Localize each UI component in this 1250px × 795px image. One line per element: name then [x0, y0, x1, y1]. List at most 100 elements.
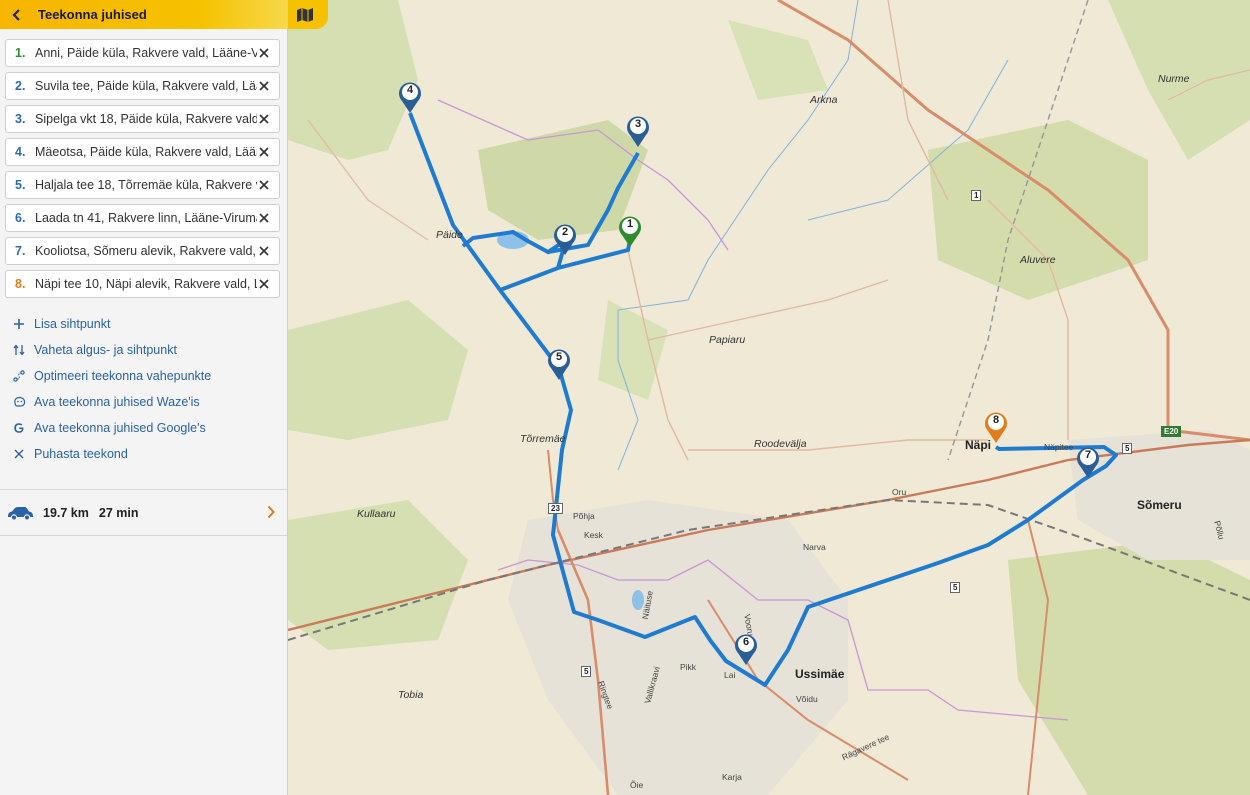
- waypoint-item-5[interactable]: 5. Haljala tee 18, Tõrremäe küla, Rakver…: [5, 171, 280, 199]
- clear-route-button[interactable]: Puhasta teekond: [12, 441, 287, 467]
- waypoint-address: Näpi tee 10, Näpi alevik, Rakvere vald, …: [35, 277, 257, 291]
- swap-icon: [12, 343, 26, 357]
- header-bar: Teekonna juhised: [0, 0, 287, 29]
- optimize-route-button[interactable]: Optimeeri teekonna vahepunkte: [12, 363, 287, 389]
- street-label: Kesk: [584, 530, 603, 540]
- map-marker-7[interactable]: 7: [1075, 445, 1101, 479]
- close-icon[interactable]: [256, 276, 272, 292]
- waypoint-number: 2.: [15, 79, 26, 93]
- close-icon[interactable]: [256, 243, 272, 259]
- road-number-badge: 23: [548, 503, 563, 514]
- road-number-badge: E20: [1161, 426, 1182, 437]
- close-icon[interactable]: [256, 111, 272, 127]
- close-icon[interactable]: [256, 78, 272, 94]
- chevron-right-icon: [267, 505, 275, 519]
- action-label: Ava teekonna juhised Waze'is: [34, 395, 200, 409]
- waypoint-number: 4.: [15, 145, 26, 159]
- close-icon[interactable]: [256, 177, 272, 193]
- map-toggle-button[interactable]: [288, 0, 328, 29]
- map-canvas: [288, 0, 1250, 795]
- action-label: Ava teekonna juhised Google's: [34, 421, 206, 435]
- waze-icon: [12, 395, 26, 409]
- street-label: Karja: [722, 772, 742, 782]
- map-marker-1[interactable]: 1: [617, 214, 643, 248]
- car-icon: [8, 506, 33, 521]
- place-label: Arkna: [810, 94, 838, 106]
- waypoint-item-4[interactable]: 4. Mäeotsa, Päide küla, Rakvere vald, Lä…: [5, 138, 280, 166]
- open-google-button[interactable]: Ava teekonna juhised Google's: [12, 415, 287, 441]
- street-label: Õie: [630, 780, 644, 790]
- place-label: Sõmeru: [1137, 498, 1182, 512]
- street-label: Põhja: [573, 511, 595, 521]
- place-label: Papiaru: [709, 334, 746, 346]
- waypoint-address: Anni, Päide küla, Rakvere vald, Lääne-Vi…: [35, 46, 257, 60]
- close-icon[interactable]: [256, 45, 272, 61]
- action-label: Puhasta teekond: [34, 447, 128, 461]
- place-label: Tõrremäe: [520, 433, 566, 445]
- google-icon: [12, 421, 26, 435]
- road-number-badge: 5: [1122, 443, 1133, 454]
- close-icon[interactable]: [256, 210, 272, 226]
- route-duration: 27 min: [98, 505, 139, 520]
- marker-number: 3: [634, 118, 642, 130]
- waypoint-number: 7.: [15, 244, 26, 258]
- open-waze-button[interactable]: Ava teekonna juhised Waze'is: [12, 389, 287, 415]
- waypoint-list: 1. Anni, Päide küla, Rakvere vald, Lääne…: [0, 29, 287, 298]
- action-label: Optimeeri teekonna vahepunkte: [34, 369, 212, 383]
- road-number-badge: 1: [971, 190, 982, 201]
- waypoint-address: Laada tn 41, Rakvere linn, Lääne-Virumaa: [35, 211, 257, 225]
- waypoint-item-3[interactable]: 3. Sipelga vkt 18, Päide küla, Rakvere v…: [5, 105, 280, 133]
- map-marker-3[interactable]: 3: [625, 114, 651, 148]
- place-label: Nurme: [1158, 73, 1190, 85]
- place-label: Päide: [436, 229, 463, 241]
- marker-number: 8: [992, 414, 1000, 426]
- plus-icon: [12, 317, 26, 331]
- route-summary[interactable]: 19.7 km 27 min: [0, 489, 287, 536]
- map-marker-2[interactable]: 2: [552, 222, 578, 256]
- marker-number: 7: [1084, 449, 1092, 461]
- place-label: Kullaaru: [357, 508, 396, 520]
- waypoint-address: Suvila tee, Päide küla, Rakvere vald, Lä…: [35, 79, 257, 93]
- map-marker-4[interactable]: 4: [397, 80, 423, 114]
- street-label: Narva: [803, 542, 826, 552]
- waypoint-item-8[interactable]: 8. Näpi tee 10, Näpi alevik, Rakvere val…: [5, 270, 280, 298]
- waypoint-number: 3.: [15, 112, 26, 126]
- action-label: Lisa sihtpunkt: [34, 317, 111, 331]
- swap-endpoints-button[interactable]: Vaheta algus- ja sihtpunkt: [12, 337, 287, 363]
- street-label: Oru: [892, 487, 907, 497]
- marker-number: 1: [626, 218, 634, 230]
- street-label: Lai: [724, 670, 736, 680]
- waypoint-address: Sipelga vkt 18, Päide küla, Rakvere vald…: [35, 112, 257, 126]
- map-view[interactable]: Arkna Nurme Päide Aluvere Papiaru Tõrrem…: [288, 0, 1250, 795]
- map-marker-5[interactable]: 5: [546, 347, 572, 381]
- waypoint-item-6[interactable]: 6. Laada tn 41, Rakvere linn, Lääne-Viru…: [5, 204, 280, 232]
- route-actions: Lisa sihtpunkt Vaheta algus- ja sihtpunk…: [0, 303, 287, 467]
- close-icon[interactable]: [256, 144, 272, 160]
- road-number-badge: 5: [950, 582, 961, 593]
- marker-number: 4: [406, 84, 414, 96]
- map-marker-6[interactable]: 6: [733, 632, 759, 666]
- marker-number: 2: [561, 226, 569, 238]
- close-icon: [12, 447, 26, 461]
- waypoint-item-1[interactable]: 1. Anni, Päide küla, Rakvere vald, Lääne…: [5, 39, 280, 67]
- place-label: Roodevälja: [754, 438, 807, 450]
- waypoint-item-2[interactable]: 2. Suvila tee, Päide küla, Rakvere vald,…: [5, 72, 280, 100]
- street-label: Pikk: [680, 662, 697, 672]
- waypoint-address: Mäeotsa, Päide küla, Rakvere vald, Lääne…: [35, 145, 257, 159]
- waypoint-address: Kooliotsa, Sõmeru alevik, Rakvere vald, …: [35, 244, 257, 258]
- action-label: Vaheta algus- ja sihtpunkt: [34, 343, 177, 357]
- waypoint-number: 1.: [15, 46, 26, 60]
- map-icon: [297, 7, 313, 22]
- waypoint-address: Haljala tee 18, Tõrremäe küla, Rakvere v…: [35, 178, 257, 192]
- map-marker-8[interactable]: 8: [983, 410, 1009, 444]
- route-distance: 19.7 km: [43, 505, 89, 520]
- page-title: Teekonna juhised: [38, 7, 147, 22]
- waypoint-item-7[interactable]: 7. Kooliotsa, Sõmeru alevik, Rakvere val…: [5, 237, 280, 265]
- add-destination-button[interactable]: Lisa sihtpunkt: [12, 311, 287, 337]
- sidebar: Teekonna juhised 1. Anni, Päide küla, Ra…: [0, 0, 288, 795]
- road-number-badge: 5: [581, 666, 592, 677]
- waypoint-number: 5.: [15, 178, 26, 192]
- back-icon[interactable]: [8, 6, 26, 24]
- marker-number: 6: [742, 636, 750, 648]
- marker-number: 5: [555, 351, 563, 363]
